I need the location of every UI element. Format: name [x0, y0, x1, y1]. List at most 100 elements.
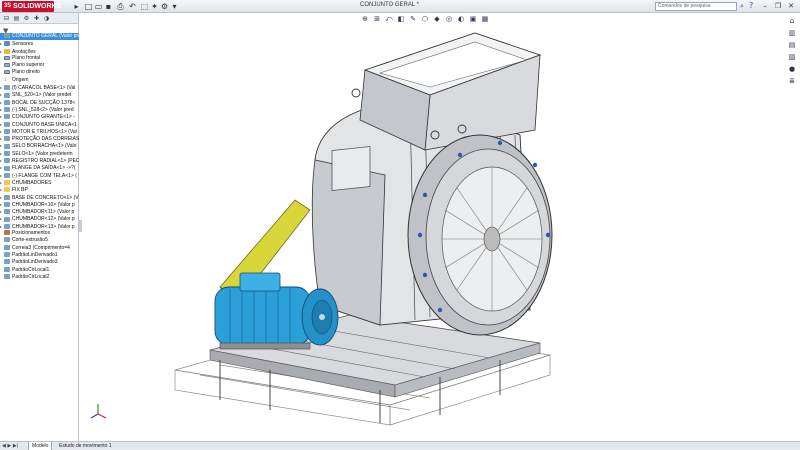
tree-item[interactable]: Plano direito — [0, 69, 79, 76]
property-manager-tab-icon[interactable]: ▤ — [12, 14, 21, 23]
new-document-icon[interactable]: □ — [84, 2, 93, 11]
section-view-icon[interactable]: ◧ — [396, 14, 406, 24]
tree-item-label: (-) FLANGE COM TELA<1> ( — [12, 172, 77, 179]
close-button[interactable]: ✕ — [786, 2, 796, 11]
tree-item-label: PadrãoLinDerivado3 — [12, 259, 58, 266]
coordinate-triad — [90, 404, 107, 419]
tree-item-label: PadrãoCirLocal1 — [12, 266, 50, 273]
display-style-icon[interactable]: ◆ — [432, 14, 442, 24]
tree-item-label: Corte-extrusão5 — [12, 237, 48, 244]
status-bar: ◀ ▶ ▶| Modelo Estudo de movimento 1 — [0, 441, 800, 450]
restore-button[interactable]: ❐ — [773, 2, 783, 11]
tree-item[interactable]: ▸ (f) CARACOL BASE<1> (Val — [0, 84, 79, 91]
part-icon — [4, 244, 10, 250]
solidworks-window: 3S SOLIDWORKS ▸ □ ▭ ▪ ⎙ ↶ ⬚ ✦ ⚙ ▾ CONJUN… — [0, 0, 800, 450]
tree-item-label: Posicionamentos — [12, 230, 51, 237]
tree-item-label: Anotações — [12, 48, 36, 55]
save-icon[interactable]: ▪ — [104, 2, 113, 11]
feature-manager-panel: ⊟ ▤ ⚙ ✚ ◑ ▼ CONJUNTO GERAL (Valor pred ▸ S… — [0, 13, 79, 441]
tree-item[interactable]: PadrãoLinDerivado3 — [0, 259, 79, 266]
graphics-viewport[interactable] — [80, 25, 800, 441]
tree-item[interactable]: ▸ CHUMBADOR<10> (Valor p — [0, 201, 79, 208]
solidworks-logo[interactable]: 3S SOLIDWORKS — [2, 1, 61, 12]
tree-item[interactable]: ↕ Origem — [0, 77, 79, 84]
tree-item[interactable]: Corte-extrusão5 — [0, 237, 79, 244]
previous-view-icon[interactable]: ⤺ — [384, 14, 394, 24]
tree-item[interactable]: ▸ REGISTRO RADIAL<1> (PEC — [0, 157, 79, 164]
part-icon — [4, 129, 10, 135]
tree-item[interactable]: PadrãoCirLocal1 — [0, 267, 79, 274]
tree-item[interactable]: ▸ FIX BP — [0, 186, 79, 193]
tree-item[interactable]: ▸ SELO BORRACHA<1> (Valo — [0, 142, 79, 149]
tree-root-assembly[interactable]: CONJUNTO GERAL (Valor pred — [0, 33, 79, 41]
undo-icon[interactable]: ↶ — [128, 2, 137, 11]
tree-item[interactable]: ▸ BASE DE CONCRETO<1> (V — [0, 194, 79, 201]
configuration-manager-tab-icon[interactable]: ⚙ — [22, 14, 31, 23]
part-icon — [4, 266, 10, 272]
print-icon[interactable]: ⎙ — [116, 2, 125, 11]
zoom-area-icon[interactable]: ⊞ — [372, 14, 382, 24]
tree-item[interactable]: ▸ Anotações — [0, 48, 79, 55]
tree-item[interactable]: Plano superior — [0, 62, 79, 69]
zoom-to-fit-icon[interactable]: ⊕ — [360, 14, 370, 24]
tree-item-label: CHUMBADOR<11> (Valor p — [12, 209, 75, 216]
tree-item[interactable]: ▸ SNL_520<1> (Valor predet — [0, 91, 79, 98]
edit-appearance-icon[interactable]: ◐ — [456, 14, 466, 24]
view-settings-icon[interactable]: ▦ — [480, 14, 490, 24]
tree-item[interactable]: ▸ MOTOR E TRILHOS<1> (Val — [0, 128, 79, 135]
options-icon[interactable]: ⚙ — [160, 2, 169, 11]
search-icon[interactable]: ⌕ — [740, 2, 744, 11]
tree-item[interactable]: Plano frontal — [0, 55, 79, 62]
tree-item[interactable]: ▸ (-) SNL_528<2> (Valor pred — [0, 106, 79, 113]
part-icon — [4, 85, 10, 91]
tree-item-label: CHUMBADORES — [12, 179, 52, 186]
tab-model[interactable]: Modelo — [28, 442, 53, 450]
apply-scene-icon[interactable]: ▣ — [468, 14, 478, 24]
tree-item[interactable]: ▸ CHUMBADOR<11> (Valor p — [0, 208, 79, 215]
select-icon[interactable]: ⬚ — [140, 2, 149, 11]
tree-item[interactable]: ▸ BOCAL DE SUCÇÃO 1378< — [0, 99, 79, 106]
tree-item[interactable]: ▸ PROTEÇÃO DAS CORREIAS — [0, 135, 79, 142]
part-icon — [4, 99, 10, 105]
origin-icon: ↕ — [4, 76, 7, 83]
search-commands-input[interactable]: Comandos de pesquisa — [655, 2, 737, 11]
part-icon — [4, 121, 10, 127]
tree-item[interactable]: ▸ CHUMBADOR<13> (Valor p — [0, 223, 79, 230]
feature-manager-tab-icon[interactable]: ⊟ — [2, 14, 11, 23]
tree-item[interactable]: PadrãoCirLocal2 — [0, 274, 79, 281]
tree-item-label: CHUMBADOR<10> (Valor p — [12, 201, 75, 208]
dropdown-arrow-icon[interactable]: ▸ — [72, 2, 81, 11]
tree-item[interactable]: ▸ FLANGE DA SAÍDA<1> ->?( — [0, 164, 79, 171]
tree-item[interactable]: Correia3 (Comprimento=4 — [0, 245, 79, 252]
rebuild-icon[interactable]: ✦ — [150, 2, 159, 11]
tree-item[interactable]: ▸ CONJUNTO GIRANTE<1> - — [0, 113, 79, 120]
part-icon — [4, 114, 10, 120]
tab-motion-study[interactable]: Estudo de movimento 1 — [56, 442, 115, 450]
dimxpert-tab-icon[interactable]: ✚ — [32, 14, 41, 23]
tree-item[interactable]: PadrãoLinDerivado1 — [0, 252, 79, 259]
ds-logo-mark: 3S — [3, 3, 12, 9]
tab-navigation-arrows[interactable]: ◀ ▶ ▶| — [2, 443, 18, 449]
mate-icon — [4, 230, 10, 236]
dynamic-annotation-icon[interactable]: ✎ — [408, 14, 418, 24]
tree-item[interactable]: ▸ (-) FLANGE COM TELA<1> ( — [0, 172, 79, 179]
view-orientation-icon[interactable]: ⬡ — [420, 14, 430, 24]
tree-item-label: CONJUNTO GERAL (Valor pred — [12, 33, 79, 39]
tree-item[interactable]: Posicionamentos — [0, 230, 79, 237]
minimize-button[interactable]: – — [760, 2, 770, 11]
tree-item[interactable]: ▸ SELO<1> (Valor predeterm — [0, 150, 79, 157]
part-icon — [4, 92, 10, 98]
help-icon[interactable]: ? — [749, 1, 753, 10]
display-manager-tab-icon[interactable]: ◑ — [42, 14, 51, 23]
part-icon — [4, 223, 10, 229]
tree-item[interactable]: ▸ CONJUNTO BASE UNICA<1 — [0, 121, 79, 128]
feature-tree: CONJUNTO GERAL (Valor pred ▸ Sensores ▸ Anot… — [0, 33, 79, 281]
tree-item[interactable]: ▸ Sensores — [0, 40, 79, 47]
open-icon[interactable]: ▭ — [94, 2, 103, 11]
tree-item[interactable]: ▸ CHUMBADOR<12> (Valor p — [0, 215, 79, 222]
tree-item-label: Correia3 (Comprimento=4 — [12, 244, 70, 251]
hide-show-items-icon[interactable]: ◎ — [444, 14, 454, 24]
customize-icon[interactable]: ▾ — [170, 2, 179, 11]
folder-icon — [4, 187, 10, 193]
tree-item[interactable]: ▸ CHUMBADORES — [0, 179, 79, 186]
